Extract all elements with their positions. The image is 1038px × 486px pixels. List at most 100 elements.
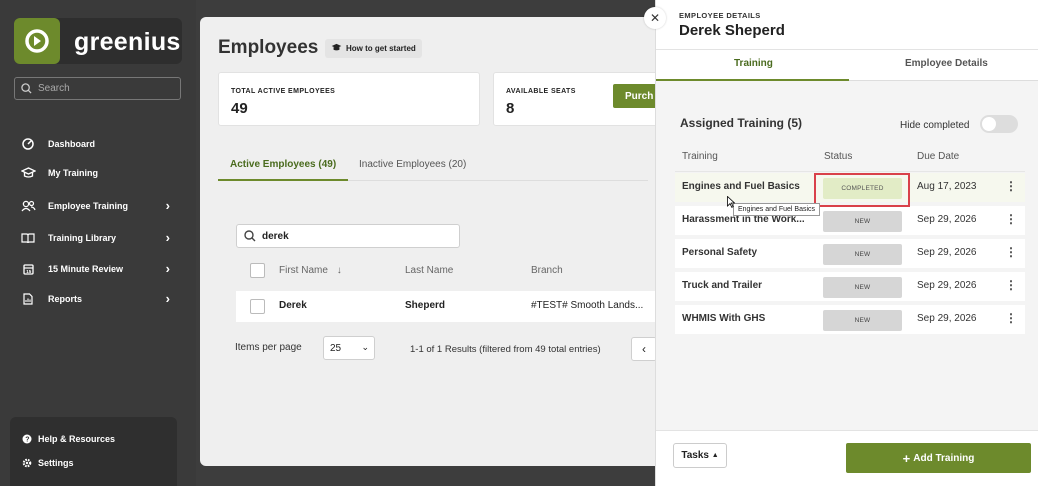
cell-branch: #TEST# Smooth Lands... xyxy=(531,300,644,311)
tooltip: Engines and Fuel Basics xyxy=(733,203,821,216)
table-row[interactable]: Derek Sheperd #TEST# Smooth Lands... xyxy=(236,291,660,322)
training-row[interactable]: Truck and Trailer NEW Sep 29, 2026 ⋮ xyxy=(675,272,1025,303)
settings-link[interactable]: Settings xyxy=(22,458,74,468)
employee-search-input[interactable]: derek xyxy=(236,224,460,248)
select-all-checkbox[interactable] xyxy=(250,263,265,278)
sidebar-item-dashboard[interactable]: Dashboard xyxy=(20,137,170,151)
results-summary: 1-1 of 1 Results (filtered from 49 total… xyxy=(410,344,601,355)
close-drawer-button[interactable]: ✕ xyxy=(644,7,666,29)
book-icon xyxy=(20,231,36,245)
training-name[interactable]: Engines and Fuel Basics xyxy=(682,181,800,192)
due-date: Sep 29, 2026 xyxy=(917,280,977,291)
employees-panel: Employees How to get started TOTAL ACTIV… xyxy=(200,17,660,466)
cell-last-name: Sheperd xyxy=(405,300,446,311)
sidebar-item-15-minute-review[interactable]: 15 15 Minute Review › xyxy=(20,261,170,276)
graduation-cap-icon xyxy=(331,43,342,54)
tab-inactive-employees[interactable]: Inactive Employees (20) xyxy=(359,159,466,170)
search-icon xyxy=(21,83,32,94)
kebab-menu-icon[interactable]: ⋮ xyxy=(1005,245,1017,259)
mouse-cursor-icon xyxy=(727,196,735,208)
items-per-page-label: Items per page xyxy=(235,342,302,353)
column-branch[interactable]: Branch xyxy=(531,265,563,276)
stat-label: AVAILABLE SEATS xyxy=(506,88,576,95)
divider xyxy=(656,430,1038,431)
stat-label: TOTAL ACTIVE EMPLOYEES xyxy=(231,88,336,95)
training-row[interactable]: Personal Safety NEW Sep 29, 2026 ⋮ xyxy=(675,239,1025,270)
sidebar-item-reports[interactable]: Reports › xyxy=(20,291,170,306)
sidebar: greenius Dashboard My Training Employee … xyxy=(0,0,196,486)
kebab-menu-icon[interactable]: ⋮ xyxy=(1005,278,1017,292)
sidebar-item-employee-training[interactable]: Employee Training › xyxy=(20,198,170,213)
highlight-annotation xyxy=(814,173,910,207)
sidebar-item-label: Dashboard xyxy=(48,139,96,149)
search-value: derek xyxy=(262,230,289,242)
kebab-menu-icon[interactable]: ⋮ xyxy=(1005,179,1017,193)
help-icon: ? xyxy=(22,434,32,444)
stat-card-total-active: TOTAL ACTIVE EMPLOYEES 49 xyxy=(218,72,480,126)
training-name[interactable]: WHMIS With GHS xyxy=(682,313,765,324)
column-last-name[interactable]: Last Name xyxy=(405,265,453,276)
row-checkbox[interactable] xyxy=(250,299,265,314)
due-date: Sep 29, 2026 xyxy=(917,214,977,225)
sidebar-item-label: Training Library xyxy=(48,233,117,243)
hide-completed-toggle[interactable] xyxy=(980,115,1018,133)
assigned-training-heading: Assigned Training (5) xyxy=(680,116,803,130)
settings-label: Settings xyxy=(38,458,74,468)
chevron-left-icon: ‹ xyxy=(642,342,646,356)
sort-arrow-icon[interactable]: ↓ xyxy=(337,265,342,276)
how-to-get-started-button[interactable]: How to get started xyxy=(325,39,422,58)
column-training: Training xyxy=(682,151,718,162)
items-per-page-select[interactable]: 25 ⌄ xyxy=(323,336,375,360)
svg-text:15: 15 xyxy=(26,269,32,274)
column-due-date: Due Date xyxy=(917,151,960,162)
logo-text: greenius xyxy=(74,28,181,56)
help-resources-link[interactable]: ? Help & Resources xyxy=(22,434,115,444)
add-training-button[interactable]: + Add Training xyxy=(846,443,1031,473)
chevron-down-icon: ⌄ xyxy=(361,342,369,352)
purchase-button[interactable]: Purch xyxy=(613,84,660,108)
sidebar-item-my-training[interactable]: My Training xyxy=(20,166,170,180)
column-first-name[interactable]: First Name ↓ xyxy=(279,265,342,276)
items-per-page-value: 25 xyxy=(330,342,342,354)
training-row[interactable]: Harassment in the Work... NEW Sep 29, 20… xyxy=(675,206,1025,237)
tab-training[interactable]: Training xyxy=(734,58,773,69)
status-badge: NEW xyxy=(823,277,902,298)
training-name[interactable]: Personal Safety xyxy=(682,247,757,258)
training-row[interactable]: WHMIS With GHS NEW Sep 29, 2026 ⋮ xyxy=(675,305,1025,336)
stat-value: 49 xyxy=(231,100,248,117)
training-name[interactable]: Truck and Trailer xyxy=(682,280,762,291)
status-badge: NEW xyxy=(823,244,902,265)
chevron-right-icon: › xyxy=(165,291,170,306)
search-icon xyxy=(244,230,256,242)
chevron-right-icon: › xyxy=(165,230,170,245)
cell-first-name: Derek xyxy=(279,300,307,311)
sidebar-search-input[interactable] xyxy=(38,83,168,94)
chevron-right-icon: › xyxy=(165,198,170,213)
close-icon: ✕ xyxy=(649,11,661,25)
sidebar-item-training-library[interactable]: Training Library › xyxy=(20,230,170,245)
sidebar-bottom xyxy=(10,417,177,486)
sidebar-item-label: Reports xyxy=(48,294,83,304)
chevron-right-icon: › xyxy=(165,261,170,276)
logo-icon[interactable] xyxy=(14,18,60,64)
kebab-menu-icon[interactable]: ⋮ xyxy=(1005,212,1017,226)
status-badge: NEW xyxy=(823,310,902,331)
sidebar-item-label: 15 Minute Review xyxy=(48,264,124,274)
previous-page-button[interactable]: ‹ xyxy=(631,337,657,361)
help-resources-label: Help & Resources xyxy=(38,434,116,444)
tab-employee-details[interactable]: Employee Details xyxy=(905,58,988,69)
page-title: Employees xyxy=(218,37,319,58)
sidebar-item-label: My Training xyxy=(48,168,99,178)
tab-active-employees[interactable]: Active Employees (49) xyxy=(230,159,336,170)
training-table-header: Training Status Due Date xyxy=(675,140,1025,172)
calendar-icon: 15 xyxy=(20,262,36,276)
stat-value: 8 xyxy=(506,100,515,117)
table-header: First Name ↓ Last Name Branch xyxy=(236,260,660,282)
due-date: Aug 17, 2023 xyxy=(917,181,977,192)
sidebar-item-label: Employee Training xyxy=(48,201,129,211)
tasks-button[interactable]: Tasks ▲ xyxy=(673,443,727,468)
kebab-menu-icon[interactable]: ⋮ xyxy=(1005,311,1017,325)
sidebar-search[interactable] xyxy=(14,77,181,100)
caret-up-icon: ▲ xyxy=(711,452,719,459)
divider xyxy=(656,49,1038,50)
